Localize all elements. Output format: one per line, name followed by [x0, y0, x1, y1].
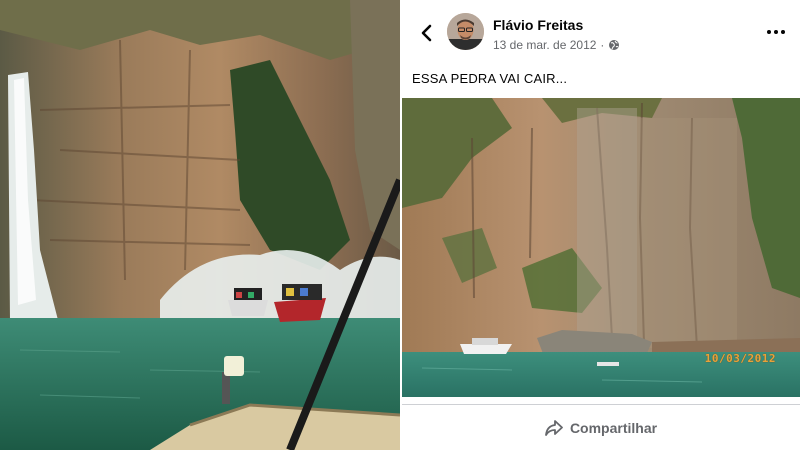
share-button[interactable]: Compartilhar — [529, 412, 673, 444]
chevron-left-icon — [421, 24, 432, 42]
author-name[interactable]: Flávio Freitas — [493, 17, 583, 33]
more-horizontal-icon — [767, 30, 785, 34]
boat-left — [228, 288, 268, 316]
back-button[interactable] — [414, 20, 438, 46]
share-label: Compartilhar — [569, 419, 658, 436]
post-meta: 13 de mar. de 2012 · — [493, 38, 620, 52]
post-action-bar: Compartilhar — [402, 404, 800, 450]
post-text: ESSA PEDRA VAI CAIR... — [412, 71, 568, 86]
meta-separator: · — [600, 38, 605, 52]
author-avatar[interactable] — [447, 13, 484, 50]
globe-icon — [609, 40, 620, 50]
share-arrow-icon — [545, 419, 563, 436]
post-date[interactable]: 13 de mar. de 2012 — [493, 38, 596, 52]
facebook-post: Flávio Freitas 13 de mar. de 2012 · ESSA… — [402, 0, 800, 450]
post-photo[interactable]: 10/03/2012 — [402, 98, 800, 397]
video-frame-image — [0, 0, 400, 450]
more-options-button[interactable] — [764, 22, 788, 42]
canyon-boats-scene — [0, 0, 400, 450]
photo-timestamp: 10/03/2012 — [704, 352, 776, 365]
avatar-image — [447, 13, 484, 50]
